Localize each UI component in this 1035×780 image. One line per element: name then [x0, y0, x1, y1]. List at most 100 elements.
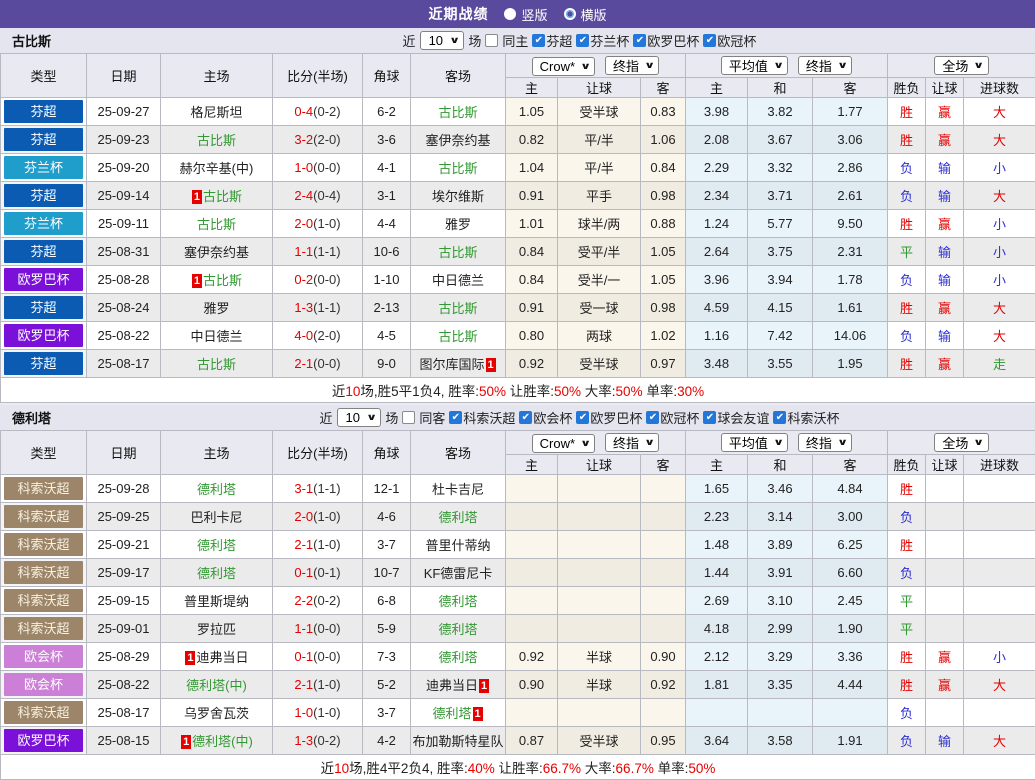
match-row: 欧会杯25-08-291迪弗当日0-1(0-0)7-3德利塔0.92半球0.90… — [1, 643, 1035, 671]
league-filter-checkbox[interactable]: ✔欧会杯 — [519, 408, 572, 427]
corner-score: 3-1 — [363, 182, 411, 210]
match-date: 25-09-25 — [87, 503, 161, 531]
away-team-cell: KF德雷尼卡 — [411, 559, 506, 587]
bookmaker-select[interactable]: Crow*∨ — [532, 57, 596, 76]
match-row: 芬超25-08-31塞伊奈约基1-1(1-1)10-6古比斯0.84受平/半1.… — [1, 238, 1035, 266]
corner-score: 12-1 — [363, 475, 411, 503]
corner-score: 3-7 — [363, 531, 411, 559]
match-row: 科索沃超25-09-01罗拉匹1-1(0-0)5-9德利塔4.182.991.9… — [1, 615, 1035, 643]
league-badge: 欧罗巴杯 — [4, 729, 83, 752]
avg-away-odds: 6.25 — [813, 531, 888, 559]
match-date: 25-09-27 — [87, 98, 161, 126]
chevron-down-icon: ∨ — [644, 437, 655, 448]
filter-controls: 近 10 ∨ 场 同主 ✔芬超✔芬兰杯✔欧罗巴杯✔欧冠杯 — [403, 31, 757, 50]
bookmaker-select[interactable]: Crow*∨ — [532, 434, 596, 453]
summary-text: 近10场,胜4平2负4, 胜率:40% 让胜率:66.7% 大率:66.7% 单… — [321, 761, 716, 776]
result-handicap — [926, 587, 964, 615]
league-filter-checkbox[interactable]: ✔芬超 — [532, 31, 572, 50]
col-header-date: 日期 — [87, 54, 161, 98]
final-odds-select-2[interactable]: 终指∨ — [798, 56, 852, 75]
vertical-layout-radio[interactable]: 竖版 — [504, 5, 547, 24]
corner-score: 1-10 — [363, 266, 411, 294]
same-venue-checkbox[interactable]: 同主 — [485, 31, 528, 50]
radio-selected-icon — [564, 8, 576, 20]
crown-home-odds: 0.84 — [506, 266, 558, 294]
corner-score: 3-7 — [363, 699, 411, 727]
away-team-name: 普里什蒂纳 — [425, 538, 490, 553]
team-name-heading: 古比斯 — [12, 31, 51, 50]
league-filter-checkbox[interactable]: ✔科索沃超 — [449, 408, 515, 427]
league-filter-label: 科索沃杯 — [787, 408, 839, 427]
league-badge-cell: 科索沃超 — [1, 531, 87, 559]
home-team-name: 普里斯堤纳 — [184, 594, 249, 609]
league-badge-cell: 芬超 — [1, 238, 87, 266]
crown-away-odds — [641, 475, 686, 503]
same-venue-checkbox[interactable]: 同客 — [402, 408, 445, 427]
league-filter-checkbox[interactable]: ✔欧冠杯 — [703, 31, 756, 50]
avg-away-odds: 3.00 — [813, 503, 888, 531]
league-filter-checkbox[interactable]: ✔欧冠杯 — [646, 408, 699, 427]
corner-score: 10-6 — [363, 238, 411, 266]
near-label: 近 — [403, 31, 416, 50]
avg-draw-odds: 3.67 — [748, 126, 813, 154]
avg-home-odds: 4.59 — [686, 294, 748, 322]
checkbox-checked-icon: ✔ — [576, 411, 589, 424]
final-odds-select-2[interactable]: 终指∨ — [798, 433, 852, 452]
league-filter-checkbox[interactable]: ✔欧罗巴杯 — [576, 408, 642, 427]
avg-draw-odds: 3.91 — [748, 559, 813, 587]
col-header-type: 类型 — [1, 431, 87, 475]
league-filter-checkbox[interactable]: ✔欧罗巴杯 — [633, 31, 699, 50]
final-odds-select[interactable]: 终指∨ — [605, 56, 659, 75]
score-cell: 2-1(1-0) — [273, 531, 363, 559]
full-match-select[interactable]: 全场∨ — [934, 56, 988, 75]
average-select[interactable]: 平均值∨ — [721, 433, 788, 452]
subcol-avg-away: 客 — [813, 78, 888, 98]
crown-odds-group: Crow*∨ 终指∨ — [506, 431, 686, 455]
avg-draw-odds: 3.58 — [748, 727, 813, 755]
crown-away-odds: 0.98 — [641, 294, 686, 322]
avg-away-odds: 1.95 — [813, 350, 888, 378]
away-team-cell: 德利塔 — [411, 643, 506, 671]
home-team-name: 德利塔 — [197, 538, 236, 553]
away-team-name: 古比斯 — [438, 105, 477, 120]
avg-home-odds: 1.81 — [686, 671, 748, 699]
subcol-avg-away: 客 — [813, 455, 888, 475]
handicap-line — [558, 531, 641, 559]
match-date: 25-09-23 — [87, 126, 161, 154]
league-badge-cell: 欧会杯 — [1, 671, 87, 699]
full-match-select[interactable]: 全场∨ — [934, 433, 988, 452]
league-filter-checkbox[interactable]: ✔球会友谊 — [703, 408, 769, 427]
crown-away-odds — [641, 559, 686, 587]
result-wdl: 平 — [888, 587, 926, 615]
matches-count-select[interactable]: 10 ∨ — [337, 408, 382, 427]
league-badge: 科索沃超 — [4, 589, 83, 612]
match-date: 25-08-17 — [87, 350, 161, 378]
avg-away-odds: 6.60 — [813, 559, 888, 587]
crown-home-odds — [506, 587, 558, 615]
result-wdl: 胜 — [888, 643, 926, 671]
score-cell: 0-1(0-0) — [273, 643, 363, 671]
away-team-cell: 杜卡吉尼 — [411, 475, 506, 503]
league-badge-cell: 芬超 — [1, 182, 87, 210]
match-date: 25-09-17 — [87, 559, 161, 587]
league-badge: 芬兰杯 — [4, 156, 83, 179]
avg-draw-odds: 2.99 — [748, 615, 813, 643]
matches-count-select[interactable]: 10 ∨ — [420, 31, 465, 50]
result-wdl: 负 — [888, 182, 926, 210]
league-badge-cell: 芬超 — [1, 126, 87, 154]
league-filter-checkbox[interactable]: ✔芬兰杯 — [576, 31, 629, 50]
final-odds-select[interactable]: 终指∨ — [605, 433, 659, 452]
horizontal-layout-radio[interactable]: 横版 — [564, 5, 607, 24]
chevron-down-icon: ∨ — [644, 60, 655, 71]
league-filter-checkbox[interactable]: ✔科索沃杯 — [773, 408, 839, 427]
crown-home-odds — [506, 615, 558, 643]
league-badge-cell: 芬兰杯 — [1, 154, 87, 182]
match-date: 25-08-29 — [87, 643, 161, 671]
average-select[interactable]: 平均值∨ — [721, 56, 788, 75]
league-filter-label: 芬超 — [546, 31, 572, 50]
chevron-down-icon: ∨ — [974, 60, 985, 71]
result-goals: 小 — [964, 238, 1035, 266]
result-handicap — [926, 475, 964, 503]
match-row: 芬超25-08-17古比斯2-1(0-0)9-0图尔库国际10.92受半球0.9… — [1, 350, 1035, 378]
crown-home-odds: 1.05 — [506, 98, 558, 126]
